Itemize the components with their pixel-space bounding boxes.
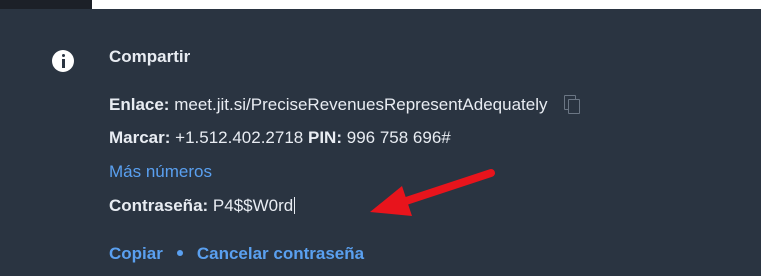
pin-value: 996 758 696#	[346, 128, 451, 147]
dial-label: Marcar:	[109, 128, 171, 147]
password-row: Contraseña: P4$$W0rd	[109, 196, 296, 216]
separator-dot	[176, 250, 183, 256]
pin-label: PIN:	[308, 128, 342, 147]
link-value[interactable]: meet.jit.si/PreciseRevenuesRepresentAdeq…	[174, 95, 547, 114]
dial-row: Marcar: +1.512.402.2718 PIN: 996 758 696…	[109, 128, 451, 148]
top-strip	[0, 0, 761, 9]
share-title: Compartir	[109, 47, 191, 66]
copy-icon[interactable]	[564, 95, 581, 114]
red-arrow	[370, 169, 495, 216]
info-icon	[52, 50, 74, 72]
copy-button[interactable]: Copiar	[109, 244, 163, 263]
password-label: Contraseña:	[109, 196, 209, 215]
text-caret	[294, 197, 296, 214]
share-actions: Copiar Cancelar contraseña	[109, 244, 364, 264]
top-strip-dark-segment	[0, 0, 92, 9]
password-input[interactable]: P4$$W0rd	[213, 196, 293, 215]
cancel-password-button[interactable]: Cancelar contraseña	[197, 244, 364, 263]
dial-value: +1.512.402.2718	[175, 128, 304, 147]
link-row: Enlace: meet.jit.si/PreciseRevenuesRepre…	[109, 95, 581, 115]
more-numbers-link[interactable]: Más números	[109, 162, 212, 182]
link-label: Enlace:	[109, 95, 170, 114]
